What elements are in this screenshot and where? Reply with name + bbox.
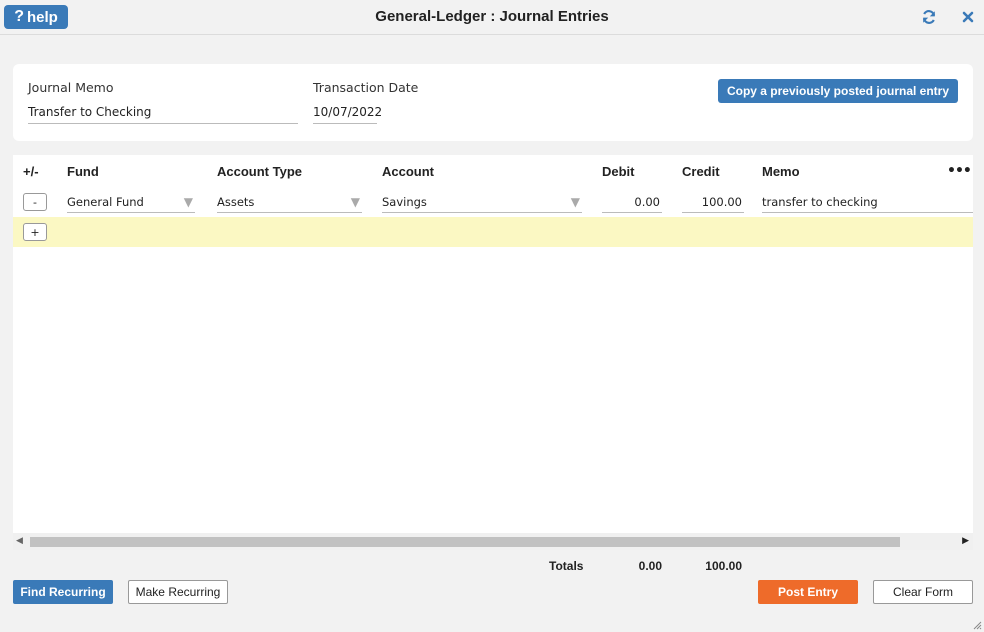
total-debit: 0.00 — [638, 559, 662, 573]
transaction-date-field[interactable]: 10/07/2022 — [313, 105, 382, 124]
clear-form-button[interactable]: Clear Form — [873, 580, 973, 604]
col-header-memo: Memo — [762, 164, 800, 179]
col-header-account: Account — [382, 164, 434, 179]
debit-input[interactable]: 0.00 — [602, 191, 662, 213]
journal-header: Journal Memo Transfer to Checking Transa… — [13, 64, 973, 141]
dropdown-arrow-icon: ▼ — [570, 195, 580, 209]
journal-memo-label: Journal Memo — [28, 80, 114, 95]
line-memo-input[interactable]: transfer to checking — [762, 191, 973, 213]
credit-input[interactable]: 100.00 — [682, 191, 744, 213]
horizontal-scrollbar[interactable]: ◀ ▶ — [13, 533, 973, 550]
account-select[interactable]: Savings ▼ — [382, 191, 582, 213]
refresh-icon[interactable] — [921, 9, 937, 25]
window-title: General-Ledger : Journal Entries — [375, 8, 609, 25]
add-row-line: + — [13, 217, 973, 247]
scroll-left-icon[interactable]: ◀ — [16, 536, 23, 546]
fund-select[interactable]: General Fund ▼ — [67, 191, 195, 213]
dropdown-arrow-icon: ▼ — [183, 195, 193, 209]
fund-value: General Fund — [67, 195, 144, 209]
scrollbar-thumb[interactable] — [30, 537, 900, 547]
table-row: - General Fund ▼ Assets ▼ Savings ▼ 0.00… — [13, 187, 973, 217]
find-recurring-button[interactable]: Find Recurring — [13, 580, 113, 604]
account-value: Savings — [382, 195, 427, 209]
close-icon[interactable] — [960, 9, 976, 25]
totals-label: Totals — [549, 559, 584, 573]
journal-lines-grid: +/- Fund Account Type Account Debit Cred… — [13, 155, 973, 533]
account-type-select[interactable]: Assets ▼ — [217, 191, 362, 213]
resize-grip-icon[interactable] — [972, 620, 982, 630]
col-header-credit: Credit — [682, 164, 720, 179]
total-credit: 100.00 — [705, 559, 742, 573]
post-entry-button[interactable]: Post Entry — [758, 580, 858, 604]
col-header-debit: Debit — [602, 164, 635, 179]
copy-posted-entry-button[interactable]: Copy a previously posted journal entry — [718, 79, 958, 103]
title-bar: ? help General-Ledger : Journal Entries — [0, 0, 984, 35]
dropdown-arrow-icon: ▼ — [350, 195, 360, 209]
more-options-icon[interactable]: ••• — [947, 163, 972, 179]
scroll-right-icon[interactable]: ▶ — [962, 536, 969, 546]
account-type-value: Assets — [217, 195, 255, 209]
transaction-date-label: Transaction Date — [313, 80, 419, 95]
col-header-fund: Fund — [67, 164, 99, 179]
col-header-plusminus: +/- — [23, 164, 39, 179]
add-row-button[interactable]: + — [23, 223, 47, 241]
col-header-account-type: Account Type — [217, 164, 302, 179]
make-recurring-button[interactable]: Make Recurring — [128, 580, 228, 604]
remove-row-button[interactable]: - — [23, 193, 47, 211]
journal-memo-field[interactable]: Transfer to Checking — [28, 105, 298, 124]
